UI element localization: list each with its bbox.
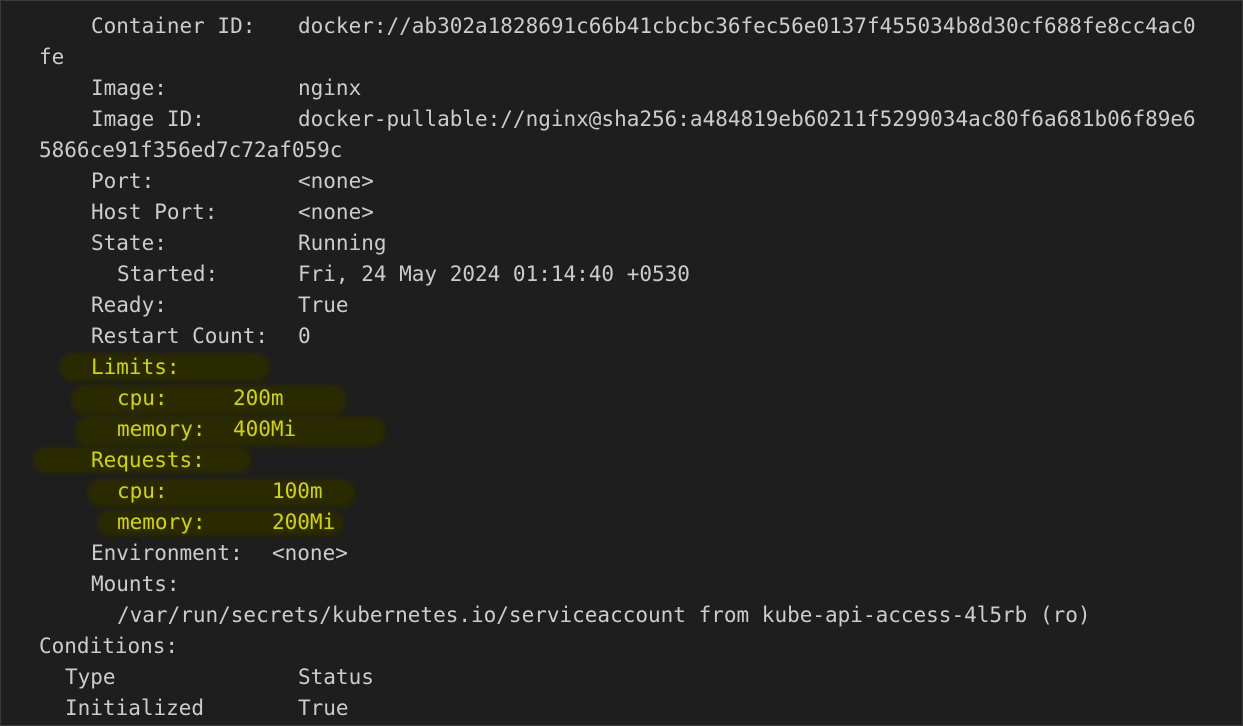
image-id-label: Image ID:: [91, 107, 205, 131]
image-value: nginx: [298, 76, 362, 100]
host-port-label: Host Port:: [91, 200, 218, 224]
limits-cpu-label: cpu:: [117, 386, 168, 410]
ready-value: True: [298, 293, 349, 317]
conditions-row-status: True: [298, 696, 349, 720]
started-value: Fri, 24 May 2024 01:14:40 +0530: [298, 262, 690, 286]
port-value: <none>: [298, 169, 374, 193]
environment-label: Environment:: [91, 541, 243, 565]
host-port-value: <none>: [298, 200, 374, 224]
conditions-label: Conditions:: [39, 634, 179, 658]
requests-memory-label: memory:: [117, 510, 206, 534]
restart-count-label: Restart Count:: [91, 324, 269, 348]
image-label: Image:: [91, 76, 167, 100]
container-id-value: docker://ab302a1828691c66b41cbcbc36fec56…: [298, 14, 1196, 38]
container-id-label: Container ID:: [91, 14, 256, 38]
started-label: Started:: [117, 262, 219, 286]
conditions-row-type: Initialized: [65, 696, 205, 720]
image-id-value: docker-pullable://nginx@sha256:a484819eb…: [298, 107, 1196, 131]
requests-label: Requests:: [91, 448, 205, 472]
limits-memory-value: 400Mi: [233, 417, 297, 441]
requests-memory-value: 200Mi: [272, 510, 336, 534]
mounts-label: Mounts:: [91, 572, 180, 596]
state-value: Running: [298, 231, 387, 255]
highlight-mark: [71, 385, 346, 415]
port-label: Port:: [91, 169, 155, 193]
requests-cpu-value: 100m: [272, 479, 323, 503]
restart-count-value: 0: [298, 324, 311, 348]
requests-cpu-label: cpu:: [117, 479, 168, 503]
conditions-col-status: Status: [298, 665, 374, 689]
conditions-col-type: Type: [65, 665, 116, 689]
limits-memory-label: memory:: [117, 417, 206, 441]
ready-label: Ready:: [91, 293, 167, 317]
image-id-value-cont: 5866ce91f356ed7c72af059c: [39, 138, 343, 162]
limits-cpu-value: 200m: [233, 386, 284, 410]
limits-label: Limits:: [91, 355, 180, 379]
state-label: State:: [91, 231, 167, 255]
terminal-window[interactable]: Container ID: docker://ab302a1828691c66b…: [0, 0, 1243, 726]
environment-value: <none>: [272, 541, 348, 565]
container-id-value-cont: fe: [39, 45, 65, 69]
mounts-value: /var/run/secrets/kubernetes.io/serviceac…: [117, 603, 1091, 627]
